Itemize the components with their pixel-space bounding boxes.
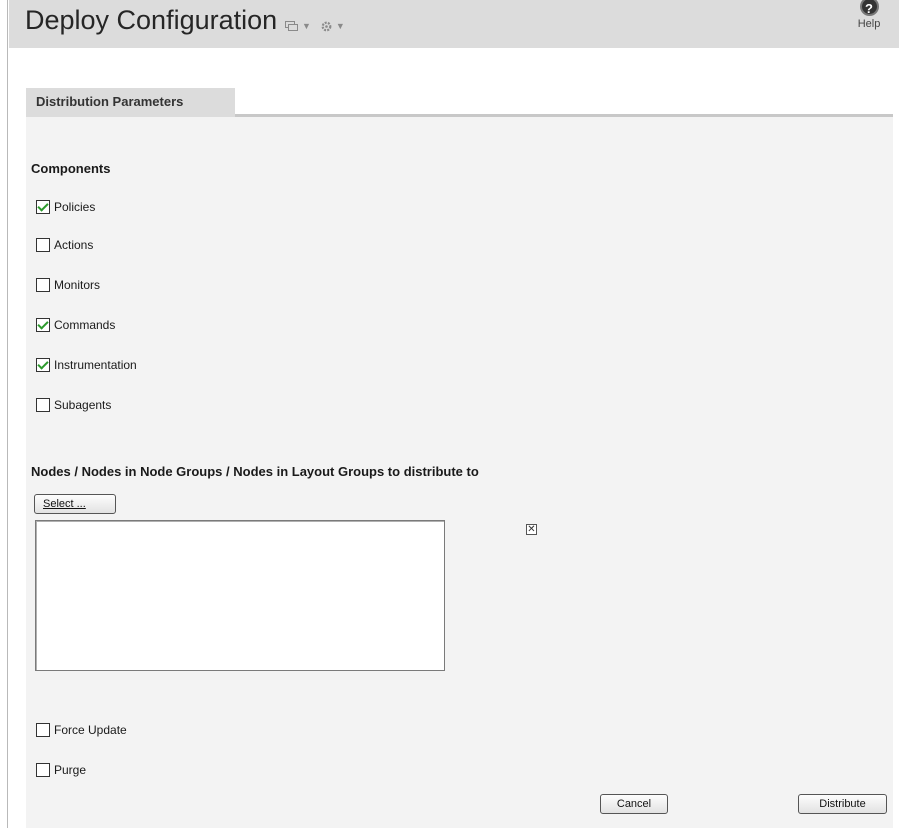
title-tools: ▼ ▼ xyxy=(285,18,353,34)
actions-checkbox[interactable] xyxy=(36,238,50,252)
checkbox-row-policies[interactable]: Policies xyxy=(36,199,95,215)
window-left-border xyxy=(0,0,8,828)
instrumentation-checkbox[interactable] xyxy=(36,358,50,372)
chevron-down-icon[interactable]: ▼ xyxy=(302,21,311,31)
checkbox-label: Subagents xyxy=(54,398,112,412)
page-title: Deploy Configuration xyxy=(25,5,278,35)
checkbox-label: Force Update xyxy=(54,723,127,737)
select-nodes-button[interactable]: Select ... xyxy=(34,494,116,514)
checkbox-label: Monitors xyxy=(54,278,101,292)
policies-checkbox[interactable] xyxy=(36,200,50,214)
gear-icon[interactable] xyxy=(321,21,332,32)
checkbox-row-force-update[interactable]: Force Update xyxy=(36,722,127,738)
tab-bar: Distribution Parameters xyxy=(26,88,893,117)
cancel-button[interactable]: Cancel xyxy=(600,794,668,814)
checkbox-label: Commands xyxy=(54,318,116,332)
components-heading: Components xyxy=(31,161,111,176)
nodes-heading: Nodes / Nodes in Node Groups / Nodes in … xyxy=(31,464,479,479)
checkbox-row-purge[interactable]: Purge xyxy=(36,762,86,778)
commands-checkbox[interactable] xyxy=(36,318,50,332)
checkbox-row-monitors[interactable]: Monitors xyxy=(36,277,100,293)
help-label: Help xyxy=(857,18,881,30)
force-update-checkbox[interactable] xyxy=(36,723,50,737)
title-bar: Deploy Configuration ▼ ▼ ? Help xyxy=(9,0,899,48)
checkbox-label: Purge xyxy=(54,763,87,777)
nodes-listbox[interactable] xyxy=(35,520,445,671)
checkbox-label: Policies xyxy=(54,200,96,214)
checkbox-label: Actions xyxy=(54,238,94,252)
window-icon[interactable] xyxy=(285,21,298,31)
tab-distribution-parameters[interactable]: Distribution Parameters xyxy=(26,88,235,117)
monitors-checkbox[interactable] xyxy=(36,278,50,292)
help-button[interactable]: ? Help xyxy=(849,0,889,30)
main-content: Distribution Parameters Components Polic… xyxy=(26,88,893,828)
subagents-checkbox[interactable] xyxy=(36,398,50,412)
chevron-down-icon[interactable]: ▼ xyxy=(336,21,345,31)
help-icon: ? xyxy=(859,0,879,16)
clear-icon[interactable]: ✕ xyxy=(526,524,537,535)
checkbox-row-instrumentation[interactable]: Instrumentation xyxy=(36,357,137,373)
checkbox-row-commands[interactable]: Commands xyxy=(36,317,115,333)
checkbox-label: Instrumentation xyxy=(54,358,137,372)
purge-checkbox[interactable] xyxy=(36,763,50,777)
checkbox-row-actions[interactable]: Actions xyxy=(36,237,93,253)
distribute-button[interactable]: Distribute xyxy=(798,794,887,814)
checkbox-row-subagents[interactable]: Subagents xyxy=(36,397,111,413)
